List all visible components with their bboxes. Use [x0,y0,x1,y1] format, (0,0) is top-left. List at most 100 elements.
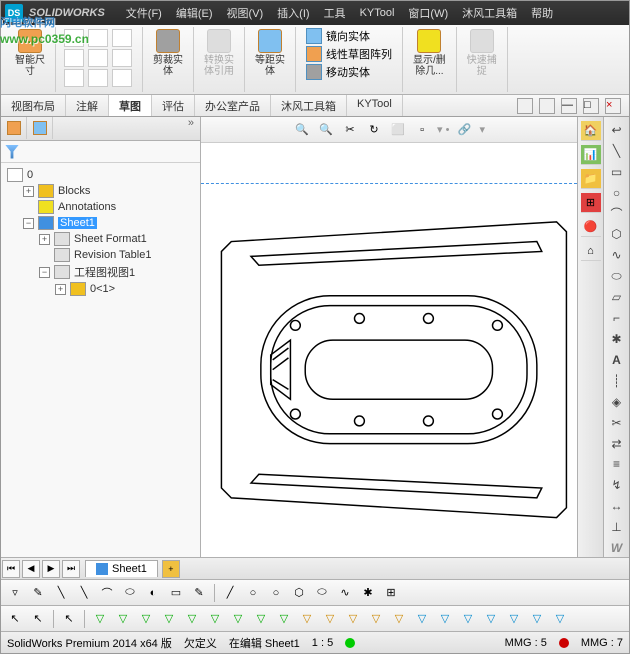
tool-13[interactable]: ⬡ [289,583,309,603]
tab-mufeng[interactable]: 沐风工具箱 [271,95,347,116]
ellipse-icon[interactable]: ⬭ [607,267,627,285]
tree-sheet1[interactable]: −Sheet1 [5,215,196,231]
tool-16[interactable]: ✱ [358,583,378,603]
filter-15[interactable]: ▽ [412,609,432,629]
tab-sketch[interactable]: 草图 [109,95,152,116]
trim-button[interactable]: 剪裁实 体 [149,27,187,79]
expand-icon[interactable]: + [23,186,34,197]
tab-kytool[interactable]: KYTool [347,95,403,116]
tree-annotations[interactable]: Annotations [5,199,196,215]
tab-evaluate[interactable]: 评估 [152,95,195,116]
plane-icon[interactable]: ◈ [607,393,627,411]
polygon-tool[interactable] [64,69,84,87]
spline-tool[interactable] [112,49,132,67]
tree-blocks[interactable]: +Blocks [5,183,196,199]
settings-icon[interactable]: 🔗 [455,121,473,139]
tool-3[interactable]: ╲ [51,583,71,603]
cascade-icon[interactable] [539,98,555,114]
offset-button[interactable]: 等距实 体 [251,27,289,79]
convert-tool-icon[interactable]: ↯ [607,476,627,494]
mirror-button[interactable]: 镜向实体 [302,27,374,45]
filter-14[interactable]: ▽ [389,609,409,629]
sheet1-tab[interactable]: Sheet1 [85,560,158,577]
tree-revision-table[interactable]: Revision Table1 [5,247,196,263]
tab-office[interactable]: 办公室产品 [195,95,271,116]
circle-icon[interactable]: ○ [607,184,627,202]
mirror-tool-icon[interactable]: ⇄ [607,435,627,453]
tree-root[interactable]: 0 [5,167,196,183]
next-sheet[interactable]: ▶ [42,560,60,578]
menu-window[interactable]: 窗口(W) [408,5,448,21]
add-sheet[interactable]: + [162,560,180,578]
tool-10[interactable]: ╱ [220,583,240,603]
property-icon[interactable]: ⌂ [581,241,601,261]
close-icon[interactable]: × [605,98,621,114]
tab-annotation[interactable]: 注解 [66,95,109,116]
tool-5[interactable]: ⌒ [97,583,117,603]
select-3[interactable]: ↖ [59,609,79,629]
point-icon[interactable]: ✱ [607,330,627,348]
filter-4[interactable]: ▽ [159,609,179,629]
rotate-icon[interactable]: ↻ [365,121,383,139]
collapse-icon[interactable]: − [39,267,50,278]
arc-tool[interactable] [112,29,132,47]
filter-2[interactable]: ▽ [113,609,133,629]
tool-17[interactable]: ⊞ [381,583,401,603]
menu-tools[interactable]: 工具 [324,5,346,21]
filter-5[interactable]: ▽ [182,609,202,629]
polygon-icon[interactable]: ⬡ [607,226,627,244]
slot-tool[interactable] [88,49,108,67]
filter-21[interactable]: ▽ [550,609,570,629]
library-icon[interactable]: 📊 [581,145,601,165]
prev-sheet[interactable]: ◀ [22,560,40,578]
folder-icon[interactable]: 📁 [581,169,601,189]
filter-13[interactable]: ▽ [366,609,386,629]
menu-view[interactable]: 视图(V) [227,5,264,21]
filter-17[interactable]: ▽ [458,609,478,629]
zoom-area-icon[interactable]: ✂ [341,121,359,139]
tool-1[interactable]: ▿ [5,583,25,603]
zoom-in-icon[interactable]: 🔍 [293,121,311,139]
sketch-exit[interactable]: ↩ [607,121,627,139]
tab-view-layout[interactable]: 视图布局 [1,95,66,116]
slot-icon[interactable]: ▱ [607,288,627,306]
appearance-icon[interactable]: 🔴 [581,217,601,237]
point-tool[interactable] [88,69,108,87]
line-tool[interactable] [64,29,84,47]
tool-6[interactable]: ⬭ [120,583,140,603]
smart-dimension-button[interactable]: 智能尺 寸 [11,27,49,79]
filter-19[interactable]: ▽ [504,609,524,629]
zoom-out-icon[interactable]: 🔍 [317,121,335,139]
filter-7[interactable]: ▽ [228,609,248,629]
centerline-icon[interactable]: ┊ [607,372,627,390]
display-delete-button[interactable]: 显示/删 除几... [409,27,450,79]
sidebar-collapse[interactable]: » [182,117,200,140]
filter-icon[interactable] [5,145,19,159]
maximize-icon[interactable]: □ [583,98,599,114]
filter-3[interactable]: ▽ [136,609,156,629]
filter-16[interactable]: ▽ [435,609,455,629]
filter-12[interactable]: ▽ [343,609,363,629]
offset-tool-icon[interactable]: ≡ [607,456,627,474]
line-icon[interactable]: ╲ [607,142,627,160]
filter-18[interactable]: ▽ [481,609,501,629]
menu-file[interactable]: 文件(F) [126,5,162,21]
filter-1[interactable]: ▽ [90,609,110,629]
tree-part[interactable]: +0<1> [5,281,196,297]
tile-icon[interactable] [517,98,533,114]
filter-10[interactable]: ▽ [297,609,317,629]
menu-kytool[interactable]: KYTool [360,7,395,19]
fillet-icon[interactable]: ⌐ [607,309,627,327]
tool-11[interactable]: ○ [243,583,263,603]
expand-icon[interactable]: + [39,234,50,245]
move-button[interactable]: 移动实体 [302,63,374,81]
filter-6[interactable]: ▽ [205,609,225,629]
tree-sheet-format[interactable]: +Sheet Format1 [5,231,196,247]
tool-7[interactable]: ◐ [143,583,163,603]
section-icon[interactable]: ▫ [413,121,431,139]
tool-12[interactable]: ○ [266,583,286,603]
filter-20[interactable]: ▽ [527,609,547,629]
tool-14[interactable]: ⬭ [312,583,332,603]
minimize-icon[interactable]: — [561,98,577,114]
tool-9[interactable]: ✎ [189,583,209,603]
